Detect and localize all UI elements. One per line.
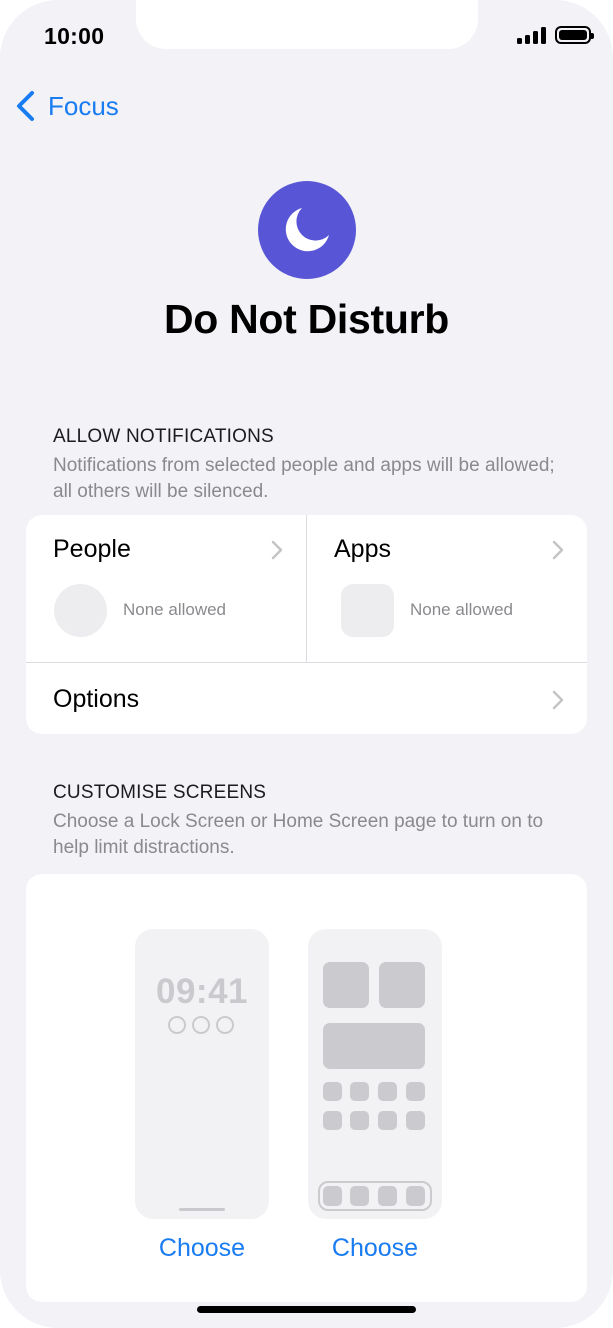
status-time: 10:00 <box>44 23 105 49</box>
choose-home-screen-button[interactable]: Choose <box>308 1234 442 1263</box>
options-label: Options <box>53 685 140 713</box>
app-placeholder <box>378 1111 397 1130</box>
app-placeholder <box>350 1111 369 1130</box>
app-placeholder <box>406 1111 425 1130</box>
lock-screen-widgets <box>168 1016 234 1034</box>
allow-notifications-header: ALLOW NOTIFICATIONS <box>53 426 274 447</box>
chevron-right-icon <box>552 690 564 710</box>
dock-placeholder <box>318 1181 432 1211</box>
status-icons <box>517 26 594 44</box>
people-status: None allowed <box>123 600 227 619</box>
chevron-right-icon <box>271 540 283 560</box>
lock-screen-home-bar <box>179 1208 225 1211</box>
choose-lock-screen-button[interactable]: Choose <box>135 1234 269 1263</box>
dock-app-placeholder <box>323 1186 342 1206</box>
phone-screen: 10:00 Focus Do Not Disturb ALLOW NOTIFIC… <box>0 0 613 1328</box>
focus-mode-icon <box>258 181 356 279</box>
back-button-label: Focus <box>48 90 119 121</box>
back-button[interactable]: Focus <box>14 90 119 122</box>
apps-label: Apps <box>334 535 391 563</box>
app-placeholder <box>323 1111 342 1130</box>
widget-placeholder <box>323 1023 425 1069</box>
battery-icon <box>555 26 594 44</box>
home-indicator[interactable] <box>197 1306 416 1313</box>
customise-screens-card: 09:41 Choose Choose <box>26 874 587 1302</box>
people-label: People <box>53 535 131 563</box>
customise-screens-description: Choose a Lock Screen or Home Screen page… <box>53 811 544 858</box>
dock-app-placeholder <box>378 1186 397 1206</box>
home-screen-preview[interactable] <box>308 929 442 1219</box>
moon-icon <box>285 208 329 252</box>
apps-cell[interactable]: Apps None allowed <box>307 515 587 662</box>
device-notch <box>136 0 478 49</box>
dock-app-placeholder <box>350 1186 369 1206</box>
widget-placeholder <box>323 962 369 1008</box>
cellular-signal-icon <box>517 26 546 44</box>
allow-notifications-card: People None allowed Apps None allowed Op… <box>26 515 587 734</box>
customise-screens-header: CUSTOMISE SCREENS <box>53 782 267 803</box>
chevron-right-icon <box>552 540 564 560</box>
widget-placeholder <box>379 962 425 1008</box>
app-icon-placeholder <box>341 584 394 637</box>
people-avatar-placeholder <box>54 584 107 637</box>
chevron-left-icon <box>17 91 34 121</box>
lock-screen-time: 09:41 <box>155 972 249 1011</box>
app-placeholder <box>323 1082 342 1101</box>
dock-app-placeholder <box>406 1186 425 1206</box>
lock-screen-preview[interactable]: 09:41 <box>135 929 269 1219</box>
people-cell[interactable]: People None allowed <box>26 515 306 662</box>
page-title: Do Not Disturb <box>163 296 450 342</box>
app-placeholder <box>378 1082 397 1101</box>
app-placeholder <box>406 1082 425 1101</box>
options-row[interactable]: Options <box>26 663 587 734</box>
allow-notifications-description: Notifications from selected people and a… <box>53 455 555 502</box>
apps-status: None allowed <box>410 600 514 619</box>
app-placeholder <box>350 1082 369 1101</box>
